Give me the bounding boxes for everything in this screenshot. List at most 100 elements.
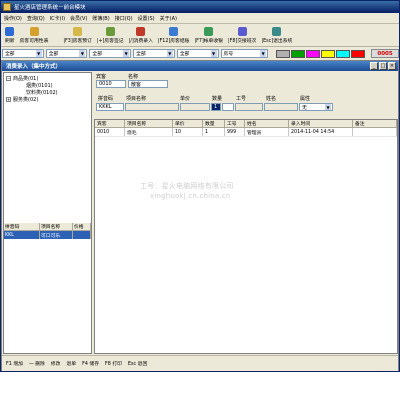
- quantity-input[interactable]: 1: [211, 103, 221, 111]
- cell-remark: [353, 128, 397, 136]
- tree-node-tobacco[interactable]: 烟类(0101): [6, 82, 58, 89]
- chevron-down-icon: ▼: [79, 50, 86, 57]
- col-header-entry-time[interactable]: 录入时间: [289, 120, 353, 127]
- menu-interface[interactable]: 接口(Q): [115, 15, 133, 22]
- checkout-icon: [169, 27, 179, 36]
- filter-select-4[interactable]: 全部 ▼: [133, 49, 175, 58]
- col-header-item[interactable]: 项目名称: [125, 120, 173, 127]
- filter-select-5[interactable]: 全部 ▼: [176, 49, 219, 58]
- col-header-remark[interactable]: 备注: [353, 120, 397, 127]
- collapse-icon[interactable]: −: [6, 76, 11, 81]
- cashier-button[interactable]: |F7]帐单收银: [192, 25, 225, 46]
- chevron-down-icon: ▼: [210, 50, 217, 57]
- watermark-url: xinghuokj.cn.china.cn: [150, 192, 231, 200]
- window-controls: _ □ ×: [370, 62, 396, 70]
- chevron-down-icon: ▼: [166, 50, 173, 57]
- cell-entry-time: 2014-11-04 14:54: [289, 128, 353, 136]
- tree-node-drinks[interactable]: 饮料类(0102): [6, 89, 58, 96]
- sign-icon: [105, 27, 115, 36]
- guest-name-field[interactable]: 散客: [128, 80, 168, 88]
- pinyin-input[interactable]: KKKL: [96, 103, 124, 111]
- item-name-label: 项目名称: [126, 96, 147, 102]
- col-header-guest[interactable]: 宾客: [95, 120, 125, 127]
- guest-code-field[interactable]: 0010: [96, 80, 126, 88]
- price-input[interactable]: [180, 103, 210, 111]
- minimize-button[interactable]: _: [370, 62, 378, 70]
- cart-icon: [136, 27, 146, 36]
- tree-node-service[interactable]: + 服务类(02): [6, 96, 58, 103]
- room-counter: 0005: [371, 49, 399, 58]
- close-button[interactable]: ×: [388, 62, 396, 70]
- item-list-table: 拼音码 项目名称 价格 KKL 可口可乐: [4, 223, 91, 239]
- menu-operate[interactable]: 操作(O): [4, 15, 22, 22]
- reservation-button[interactable]: |F3]房客预订: [61, 25, 94, 46]
- menu-bar: 操作(O) 查询(Q) IC卡(I) 会员(V) 账簿(B) 接口(Q) 设置(…: [1, 14, 399, 24]
- entries-grid: 宾客 项目名称 单价 数量 工号 姓名 录入时间 备注 0010 烧毛 10 1…: [94, 119, 398, 354]
- app-logo-icon: [3, 3, 11, 11]
- name-label: 名称: [128, 74, 139, 80]
- status-swatch-yellow: [321, 49, 336, 58]
- shift-handover-button[interactable]: |F8]交接班次: [226, 25, 259, 46]
- void-button[interactable]: 退单: [66, 360, 76, 367]
- delete-button[interactable]: 一 删除: [29, 360, 45, 367]
- menu-ledger[interactable]: 账簿(B): [92, 15, 109, 22]
- add-button[interactable]: F1 增加: [6, 360, 23, 367]
- print-button[interactable]: F8 打印: [105, 360, 122, 367]
- item-name-input[interactable]: [125, 103, 179, 111]
- action-bar: F1 增加 一 删除 修改 退单 F4 储存 F8 打印 Esc 退回: [2, 355, 398, 371]
- price-label: 单价: [180, 96, 191, 102]
- col-header-unit-price[interactable]: 单价: [173, 120, 203, 127]
- col-header-item-name[interactable]: 项目名称: [40, 223, 73, 230]
- room-number-field[interactable]: 房号 ▼: [220, 49, 269, 58]
- filter-select-2[interactable]: 全部 ▼: [45, 49, 88, 58]
- item-list-header: 拼音码 项目名称 价格: [4, 223, 91, 231]
- checkin-button[interactable]: |+]房客签记: [95, 25, 126, 46]
- attribute-select[interactable]: 无 ▼: [299, 103, 333, 111]
- menu-member[interactable]: 会员(V): [70, 15, 87, 22]
- col-header-pinyin[interactable]: 拼音码: [4, 223, 40, 230]
- filter-select-3[interactable]: 全部 ▼: [89, 49, 132, 58]
- table-row[interactable]: KKL 可口可乐: [4, 231, 91, 239]
- cell-item: 烧毛: [125, 128, 173, 136]
- filter-select-1[interactable]: 全部 ▼: [2, 49, 44, 58]
- staff-name-input[interactable]: [264, 103, 298, 111]
- maximize-button[interactable]: □: [379, 62, 387, 70]
- book-icon: [73, 27, 83, 36]
- menu-settings[interactable]: 设置(S): [138, 15, 155, 22]
- expand-icon[interactable]: +: [6, 97, 11, 102]
- cell-staff-id: 999: [225, 128, 245, 136]
- main-toolbar: 刷新 房客可用性表 |F3]房客预订 |+]房客签记 |/]消费录入 |F12]…: [1, 25, 399, 47]
- save-button[interactable]: F4 储存: [82, 360, 99, 367]
- back-button[interactable]: Esc 退回: [128, 360, 147, 367]
- col-header-qty[interactable]: 数量: [203, 120, 225, 127]
- table-row[interactable]: 0010 烧毛 10 1 999 管理员 2014-11-04 14:54: [95, 128, 397, 137]
- menu-ic-card[interactable]: IC卡(I): [50, 15, 65, 22]
- quantity-stepper[interactable]: [222, 103, 234, 111]
- edit-button[interactable]: 修改: [51, 360, 61, 367]
- exit-icon: [272, 27, 282, 36]
- pinyin-label: 拼音码: [98, 96, 114, 102]
- tree-node-goods[interactable]: − 商品类(01): [6, 75, 58, 82]
- col-header-staff-id[interactable]: 工号: [225, 120, 245, 127]
- entry-form: 宾客 0010 名称 散客 拼音码 项目名称 单价 数量 工号 姓名 属性 KK…: [94, 72, 398, 118]
- chevron-down-icon: ▼: [35, 50, 42, 57]
- entries-header: 宾客 项目名称 单价 数量 工号 姓名 录入时间 备注: [95, 120, 397, 128]
- consumption-entry-button[interactable]: |/]消费录入: [127, 25, 155, 46]
- cell-unit-price: 10: [173, 128, 203, 136]
- category-pane: − 商品类(01) 烟类(0101) 饮料类(0102) + 服务类(02) 拼音码…: [3, 72, 92, 354]
- cell-guest: 0010: [95, 128, 125, 136]
- menu-query[interactable]: 查询(Q): [27, 15, 45, 22]
- room-status-legend: [276, 49, 366, 58]
- staff-id-input[interactable]: [235, 103, 263, 111]
- col-header-price[interactable]: 价格: [73, 223, 91, 230]
- room-availability-button[interactable]: 房客可用性表: [18, 25, 51, 46]
- exit-system-button[interactable]: |Esc]退出系统: [259, 25, 294, 46]
- checkout-button[interactable]: |F12]房客结账: [156, 25, 192, 46]
- cell-item-name: 可口可乐: [40, 231, 73, 239]
- menu-about[interactable]: 关于(A): [160, 15, 177, 22]
- col-header-staff-name[interactable]: 姓名: [245, 120, 289, 127]
- qty-label: 数量: [212, 96, 223, 102]
- entry-pane: 宾客 0010 名称 散客 拼音码 项目名称 单价 数量 工号 姓名 属性 KK…: [94, 72, 398, 354]
- refresh-button[interactable]: 刷新: [3, 25, 17, 46]
- window-title-bar: 消费录入（集中方式）: [2, 61, 398, 71]
